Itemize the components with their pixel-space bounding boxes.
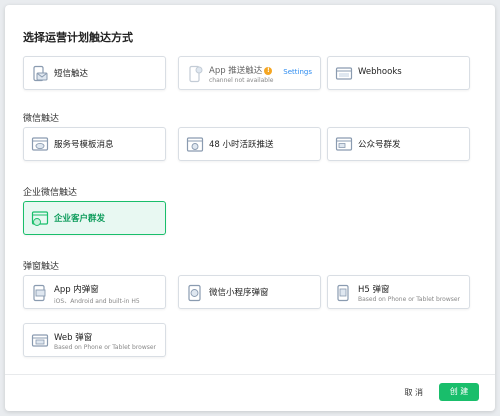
card-app-popup[interactable]: App 内弹窗 iOS、Android and built-in H5: [23, 275, 166, 309]
dialog-footer: 取 消 创 建: [5, 374, 495, 411]
wechat-active-icon: [186, 136, 204, 154]
card-label: Webhooks: [358, 67, 402, 77]
card-label: Web 弹窗: [54, 333, 93, 343]
card-label: 企业客户群发: [54, 214, 106, 224]
card-web-popup[interactable]: Web 弹窗 Based on Phone or Tablet browser: [23, 323, 166, 357]
card-webhooks[interactable]: Webhooks: [327, 56, 470, 90]
card-label: 公众号群发: [358, 140, 401, 150]
card-subtitle: channel not available: [209, 77, 274, 84]
h5-popup-icon: [335, 284, 353, 302]
sms-icon: [31, 65, 49, 83]
webhook-icon: [335, 65, 353, 83]
card-mini-program-popup[interactable]: 微信小程序弹窗: [178, 275, 321, 309]
section-enterprise-wechat: 企业微信触达: [23, 188, 78, 198]
card-subtitle: Based on Phone or Tablet browser: [358, 296, 461, 303]
card-app-push[interactable]: App 推送触达! channel not available Settings: [178, 56, 321, 90]
section-wechat: 微信触达: [23, 114, 60, 124]
card-label: H5 弹窗: [358, 285, 390, 295]
card-enterprise-customer-mass[interactable]: 企业客户群发: [23, 201, 166, 235]
web-popup-icon: [31, 332, 49, 350]
card-label: 短信触达: [54, 69, 89, 79]
cancel-button[interactable]: 取 消: [404, 387, 423, 398]
settings-link[interactable]: Settings: [283, 68, 312, 76]
card-subtitle: iOS、Android and built-in H5: [54, 298, 140, 305]
card-label-text: App 推送触达: [209, 66, 263, 76]
card-label: 48 小时活跃推送: [209, 140, 274, 150]
card-label: 服务号模板消息: [54, 140, 114, 150]
card-subtitle: Based on Phone or Tablet browser: [54, 344, 157, 351]
card-h5-popup[interactable]: H5 弹窗 Based on Phone or Tablet browser: [327, 275, 470, 309]
card-label: App 推送触达!: [209, 64, 273, 76]
mini-program-icon: [186, 284, 204, 302]
enterprise-customer-icon: [31, 210, 49, 228]
card-sms[interactable]: 短信触达: [23, 56, 166, 90]
card-service-template[interactable]: 服务号模板消息: [23, 127, 166, 161]
section-popup: 弹窗触达: [23, 262, 60, 272]
create-button[interactable]: 创 建: [439, 383, 479, 401]
dialog-title: 选择运营计划触达方式: [23, 31, 133, 44]
wechat-template-icon: [31, 136, 49, 154]
card-label: App 内弹窗: [54, 285, 99, 295]
card-official-mass[interactable]: 公众号群发: [327, 127, 470, 161]
dialog: 选择运营计划触达方式 短信触达 App 推送触达! channel not av…: [5, 5, 495, 411]
app-push-icon: [186, 65, 204, 83]
card-label: 微信小程序弹窗: [209, 288, 269, 298]
warning-icon: !: [264, 67, 273, 75]
app-popup-icon: [31, 284, 49, 302]
card-48h-active-push[interactable]: 48 小时活跃推送: [178, 127, 321, 161]
official-account-icon: [335, 136, 353, 154]
